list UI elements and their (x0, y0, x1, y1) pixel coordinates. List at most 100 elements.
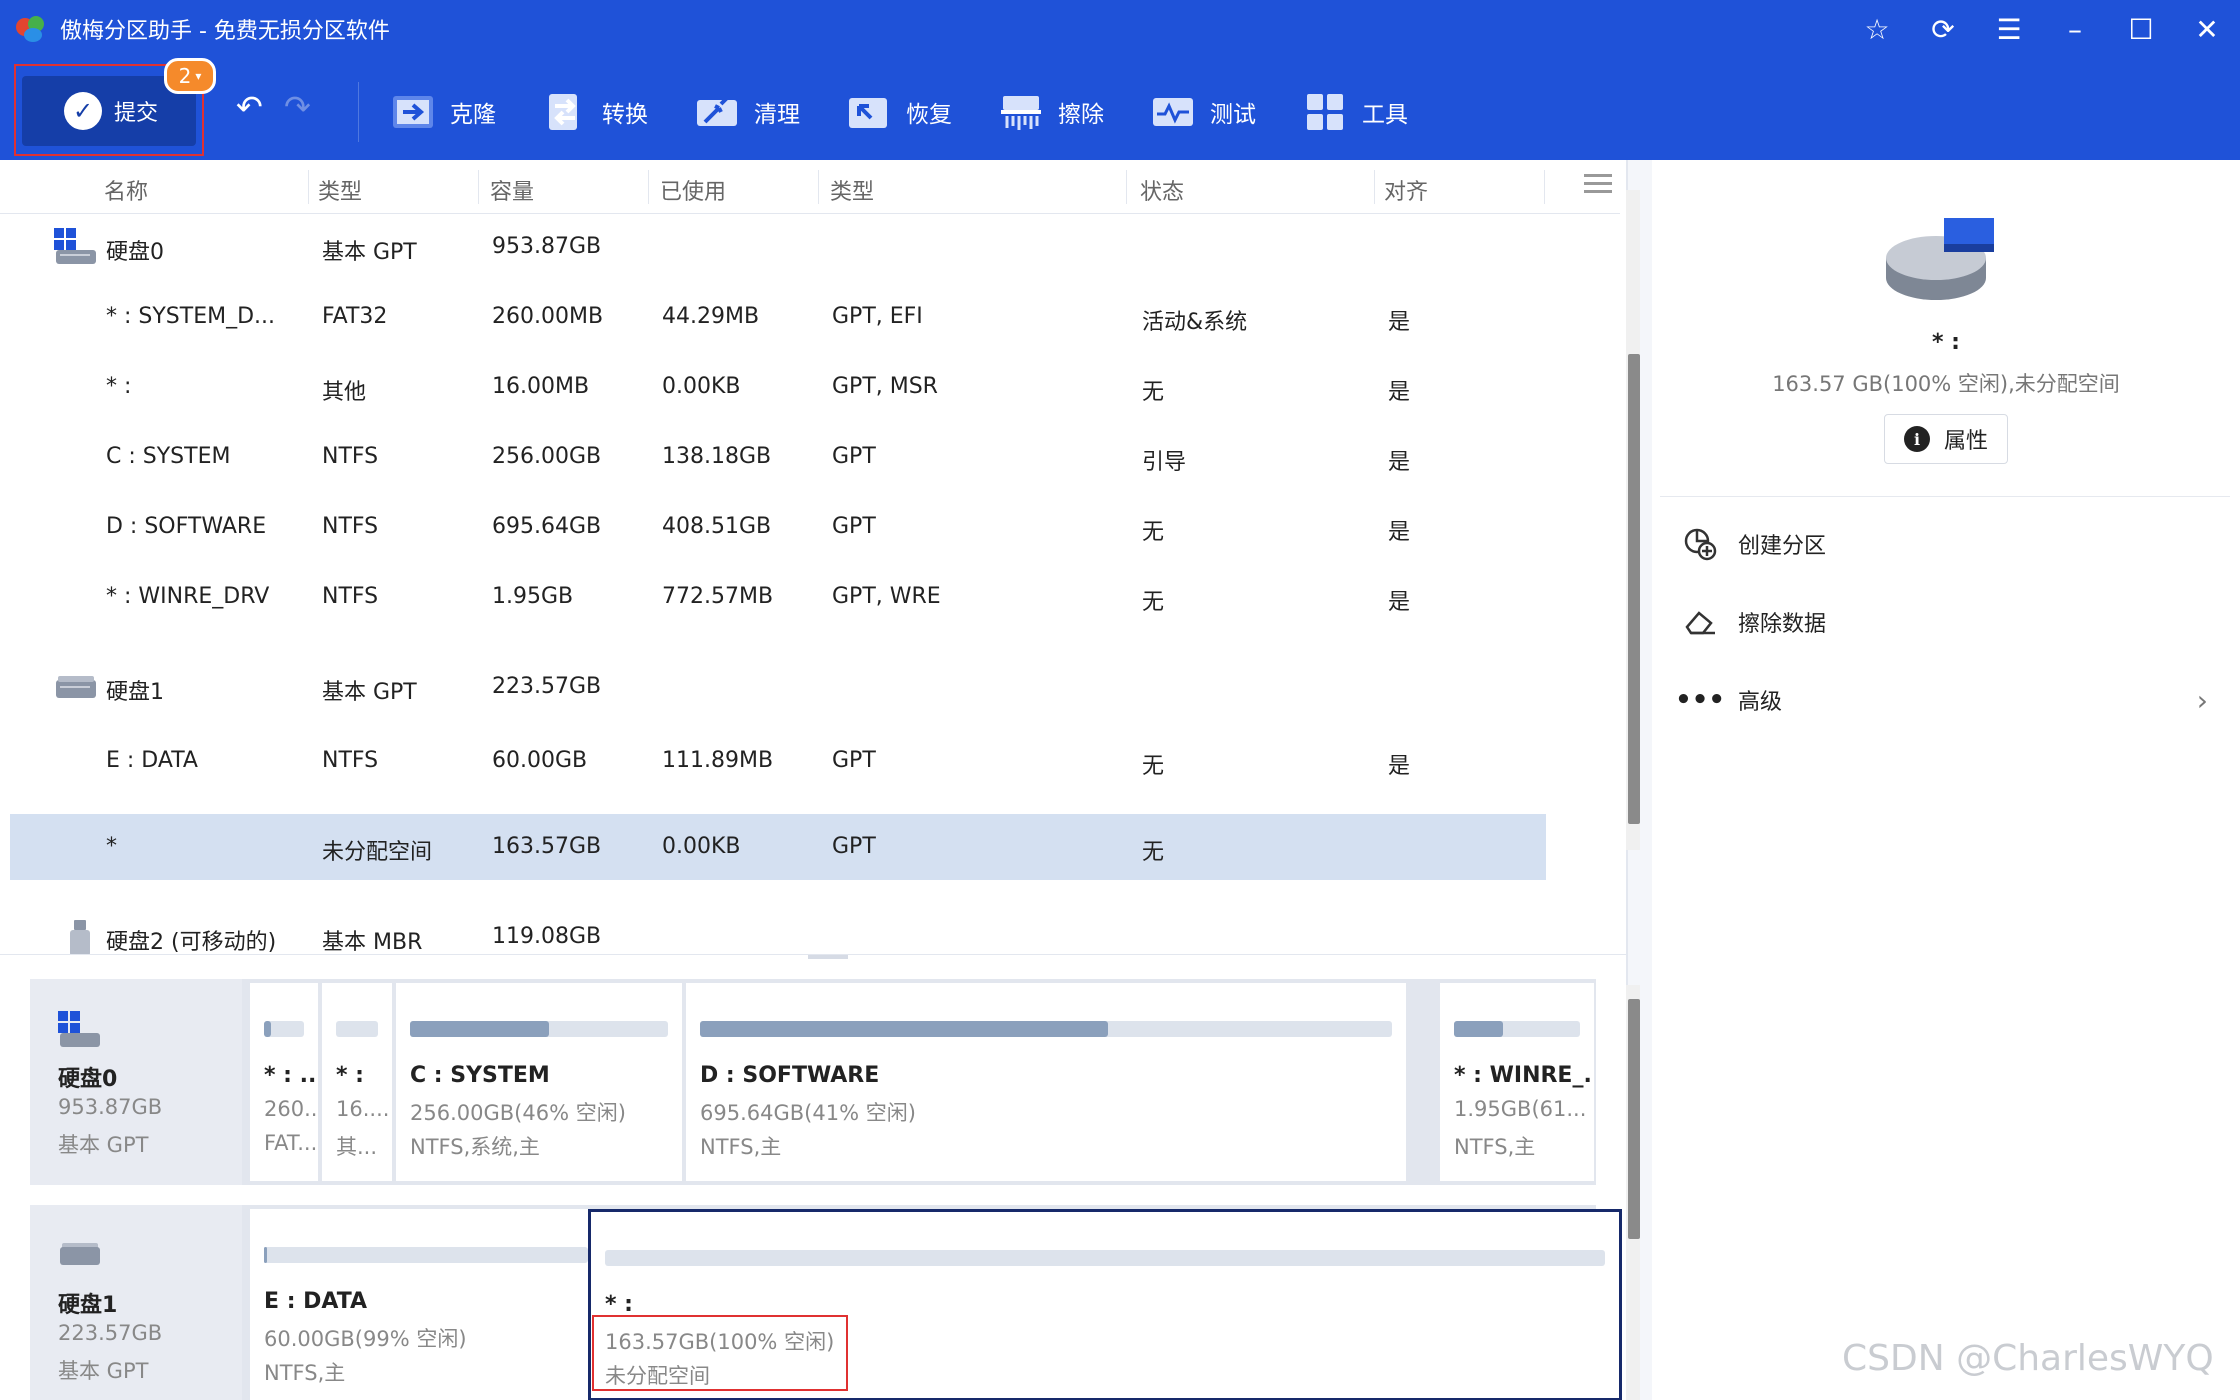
info-icon: i (1903, 426, 1930, 452)
table-row[interactable]: 硬盘1 基本 GPT 223.57GB (10, 654, 1546, 722)
row-capacity: 1.95GB (492, 584, 574, 609)
row-align: 是 (1388, 380, 1411, 405)
table-row[interactable]: * : 其他 16.00MB 0.00KB GPT, MSR 无 是 (10, 354, 1546, 422)
table-row-selected[interactable]: * 未分配空间 163.57GB 0.00KB GPT 无 (10, 814, 1546, 880)
scrollbar-thumb[interactable] (1628, 999, 1640, 1239)
row-capacity: 60.00GB (492, 748, 588, 773)
redo-icon[interactable]: ↷ (284, 88, 311, 126)
row-fs-type: GPT (832, 514, 876, 539)
row-capacity: 260.00MB (492, 304, 604, 329)
usb-drive-icon (70, 920, 90, 954)
column-settings-icon[interactable] (1584, 174, 1612, 196)
test-button[interactable]: 测试 (1150, 86, 1256, 138)
clone-button[interactable]: 克隆 (390, 86, 496, 138)
toolbar: ✓ 提交 2 ▾ ↶ ↷ 克隆 转换 清理 恢复 擦除 测试 工具 (0, 58, 2240, 160)
create-partition-action[interactable]: 创建分区 (1682, 524, 2222, 564)
table-row[interactable]: D : SOFTWARE NTFS 695.64GB 408.51GB GPT … (10, 494, 1546, 562)
partition-type: NTFS,系统,主 (410, 1135, 540, 1159)
table-row[interactable]: * : WINRE_DRV NTFS 1.95GB 772.57MB GPT, … (10, 564, 1546, 632)
row-used: 0.00KB (662, 834, 741, 859)
row-status: 无 (1142, 840, 1165, 865)
column-divider[interactable] (1544, 170, 1545, 204)
usage-bar (1454, 1021, 1580, 1037)
title-bar: 傲梅分区助手 - 免费无损分区软件 ☆ ⟳ ☰ – ☐ ✕ (0, 0, 2240, 58)
convert-button[interactable]: 转换 (542, 86, 648, 138)
partition-block[interactable]: E : DATA 60.00GB(99% 空闲) NTFS,主 (250, 1209, 602, 1400)
create-partition-label: 创建分区 (1738, 534, 1827, 559)
table-scrollbar[interactable] (1626, 190, 1640, 850)
wipe-data-action[interactable]: 擦除数据 (1682, 602, 2222, 642)
row-name: 硬盘0 (106, 240, 164, 265)
app-title: 傲梅分区助手 - 免费无损分区软件 (60, 19, 390, 44)
clean-button[interactable]: 清理 (694, 86, 800, 138)
star-icon[interactable]: ☆ (1844, 0, 1910, 58)
table-body: 硬盘0 基本 GPT 953.87GB * : SYSTEM_D... FAT3… (0, 214, 1620, 954)
splitter-handle[interactable] (808, 955, 848, 959)
column-divider[interactable] (648, 170, 649, 204)
table-row[interactable]: 硬盘0 基本 GPT 953.87GB (10, 214, 1546, 282)
disk-summary[interactable]: 硬盘0 953.87GB 基本 GPT (30, 979, 242, 1185)
partition-block[interactable]: D : SOFTWARE 695.64GB(41% 空闲) NTFS,主 (686, 983, 1406, 1181)
row-fs-type: GPT, EFI (832, 304, 923, 329)
row-used: 138.18GB (662, 444, 772, 469)
column-header-fs-type[interactable]: 类型 (830, 174, 874, 206)
row-status: 无 (1142, 590, 1165, 615)
row-align: 是 (1388, 754, 1411, 779)
scrollbar-thumb[interactable] (1628, 354, 1640, 824)
disk-summary[interactable]: 硬盘1 223.57GB 基本 GPT (30, 1205, 242, 1400)
column-divider[interactable] (1126, 170, 1127, 204)
wipe-data-label: 擦除数据 (1738, 612, 1827, 637)
clone-label: 克隆 (450, 102, 496, 128)
maximize-icon[interactable]: ☐ (2108, 0, 2174, 58)
usage-bar (605, 1250, 1605, 1266)
partition-type: FAT... (264, 1131, 318, 1155)
usage-bar (336, 1021, 378, 1037)
minimize-icon[interactable]: – (2042, 0, 2108, 58)
row-capacity: 695.64GB (492, 514, 602, 539)
wipe-button[interactable]: 擦除 (998, 86, 1104, 138)
pending-operations-badge[interactable]: 2 ▾ (164, 58, 216, 94)
column-header-type[interactable]: 类型 (318, 174, 362, 206)
table-row[interactable]: C : SYSTEM NTFS 256.00GB 138.18GB GPT 引导… (10, 424, 1546, 492)
advanced-action[interactable]: ••• 高级 › (1675, 680, 2222, 720)
undo-icon[interactable]: ↶ (236, 88, 263, 126)
disk-name: 硬盘0 (58, 1067, 118, 1092)
column-divider[interactable] (308, 170, 309, 204)
row-type: 基本 GPT (322, 680, 417, 705)
row-fs-type: GPT (832, 834, 876, 859)
column-divider[interactable] (478, 170, 479, 204)
partition-block[interactable]: * : 16.... 其... (322, 983, 392, 1181)
column-header-status[interactable]: 状态 (1140, 174, 1184, 206)
column-header-name[interactable]: 名称 (104, 174, 148, 206)
row-type: NTFS (322, 514, 379, 539)
tools-button[interactable]: 工具 (1302, 86, 1408, 138)
restore-button[interactable]: 恢复 (846, 86, 952, 138)
row-type: 其他 (322, 380, 367, 405)
column-divider[interactable] (1374, 170, 1375, 204)
restore-label: 恢复 (906, 102, 952, 128)
partition-block[interactable]: * : WINRE_... 1.95GB(61... NTFS,主 (1440, 983, 1594, 1181)
table-header: 名称 类型 容量 已使用 类型 状态 对齐 (0, 160, 1620, 214)
eraser-icon (1682, 604, 1718, 640)
properties-button[interactable]: i 属性 (1884, 414, 2008, 464)
table-row[interactable]: * : SYSTEM_D... FAT32 260.00MB 44.29MB G… (10, 284, 1546, 352)
partition-block[interactable]: * : ... 260... FAT... (250, 983, 318, 1181)
row-capacity: 953.87GB (492, 234, 602, 259)
column-header-align[interactable]: 对齐 (1384, 174, 1428, 206)
row-type: 未分配空间 (322, 840, 433, 865)
usage-bar (410, 1021, 668, 1037)
menu-icon[interactable]: ☰ (1976, 0, 2042, 58)
table-row[interactable]: E : DATA NTFS 60.00GB 111.89MB GPT 无 是 (10, 728, 1546, 796)
usage-fill (700, 1021, 1109, 1037)
details-panel: * : 163.57 GB(100% 空闲),未分配空间 i 属性 创建分区 擦… (1652, 160, 2240, 1400)
table-row[interactable]: 硬盘2 (可移动的) 基本 MBR 119.08GB (10, 904, 1546, 954)
disk-size: 953.87GB (58, 1095, 163, 1119)
partition-block[interactable]: C : SYSTEM 256.00GB(46% 空闲) NTFS,系统,主 (396, 983, 682, 1181)
refresh-icon[interactable]: ⟳ (1910, 0, 1976, 58)
wipe-label: 擦除 (1058, 102, 1104, 128)
column-header-capacity[interactable]: 容量 (490, 174, 534, 206)
column-divider[interactable] (818, 170, 819, 204)
column-header-used[interactable]: 已使用 (660, 174, 726, 206)
disk-map-scrollbar[interactable] (1626, 985, 1640, 1400)
close-icon[interactable]: ✕ (2174, 0, 2240, 58)
